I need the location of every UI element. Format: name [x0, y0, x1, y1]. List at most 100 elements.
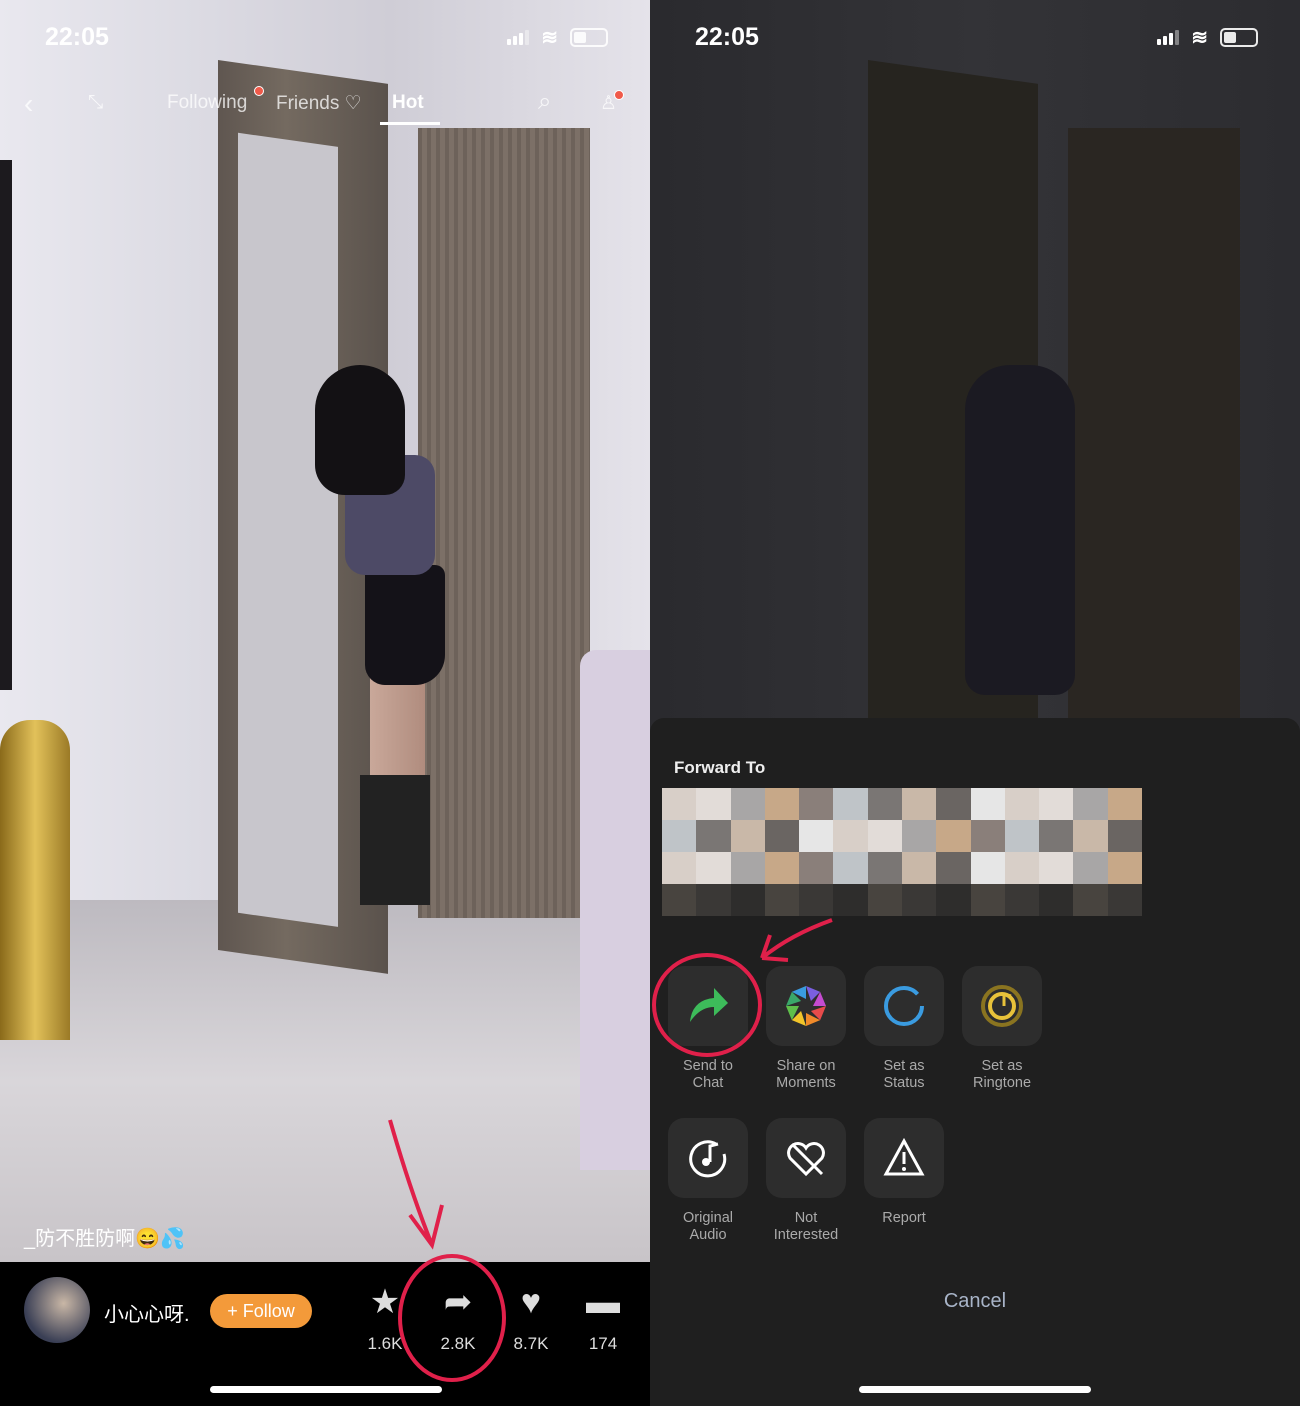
comment-button[interactable]: ▬ 174 — [573, 1282, 633, 1354]
blurred-pixel — [799, 852, 834, 884]
blurred-pixel — [764, 820, 800, 852]
blurred-pixel — [867, 884, 902, 916]
blurred-pixel — [833, 884, 868, 916]
blurred-pixel — [833, 788, 868, 820]
blurred-pixel — [730, 820, 765, 852]
blurred-pixel — [1073, 788, 1108, 820]
blurred-pixel — [936, 852, 971, 884]
blurred-pixel — [764, 788, 800, 820]
blurred-pixel — [696, 852, 731, 884]
blurred-pixel — [1039, 852, 1074, 884]
star-icon: ★ — [369, 1283, 401, 1321]
blurred-pixel — [867, 852, 902, 884]
blurred-pixel — [1107, 788, 1142, 820]
search-icon[interactable]: ⌕ — [538, 88, 551, 116]
share-button[interactable]: ➦ 2.8K — [428, 1282, 488, 1354]
blurred-pixel — [936, 820, 971, 852]
blurred-pixel — [867, 820, 902, 852]
back-icon[interactable]: ‹ — [24, 88, 33, 120]
favorite-button[interactable]: ★ 1.6K — [355, 1282, 415, 1354]
tab-following[interactable]: Following — [167, 92, 247, 114]
blurred-pixel — [833, 852, 868, 884]
minimize-icon[interactable]: ⤡ — [88, 92, 103, 114]
home-indicator — [859, 1386, 1091, 1393]
blurred-pixel — [1039, 884, 1074, 916]
blurred-pixel — [1107, 820, 1142, 852]
blurred-pixel — [730, 788, 765, 820]
blurred-pixel — [662, 820, 697, 852]
like-button[interactable]: ♥ 8.7K — [501, 1282, 561, 1354]
blurred-pixel — [867, 788, 902, 820]
blurred-pixel — [1004, 788, 1040, 820]
aperture-icon — [786, 986, 826, 1026]
video-player[interactable] — [0, 0, 650, 1262]
original-audio-option[interactable]: Original Audio — [666, 1118, 750, 1244]
blurred-pixel — [730, 852, 765, 884]
blurred-pixel — [901, 884, 937, 916]
blurred-pixel — [1073, 820, 1108, 852]
blurred-pixel — [1107, 884, 1142, 916]
wifi-icon: ≋ — [1191, 26, 1208, 49]
report-option[interactable]: Report — [862, 1118, 946, 1227]
set-as-status-option[interactable]: Set as Status — [862, 966, 946, 1092]
blurred-pixel — [662, 884, 697, 916]
cancel-button[interactable]: Cancel — [650, 1290, 1300, 1313]
broken-heart-icon — [787, 1142, 825, 1177]
ring-icon — [884, 986, 924, 1026]
blurred-pixel — [696, 788, 731, 820]
blurred-pixel — [901, 788, 937, 820]
music-note-icon — [689, 1140, 727, 1178]
blurred-pixel — [1004, 852, 1040, 884]
blurred-pixel — [799, 884, 834, 916]
blurred-pixel — [901, 852, 937, 884]
blurred-pixel — [1039, 788, 1074, 820]
warning-icon — [883, 1137, 925, 1176]
home-indicator — [210, 1386, 442, 1393]
send-to-chat-option[interactable]: Send to Chat — [666, 966, 750, 1092]
blurred-pixel — [936, 884, 971, 916]
share-on-moments-option[interactable]: Share on Moments — [764, 966, 848, 1092]
comment-icon: ▬ — [586, 1283, 620, 1321]
recent-contacts-blurred[interactable] — [662, 788, 1142, 916]
notification-dot — [254, 86, 264, 96]
blurred-pixel — [799, 820, 834, 852]
avatar[interactable] — [24, 1277, 90, 1343]
not-interested-option[interactable]: Not Interested — [764, 1118, 848, 1244]
blurred-pixel — [970, 884, 1005, 916]
battery-icon — [1220, 27, 1258, 47]
blurred-pixel — [764, 884, 800, 916]
blurred-pixel — [1073, 884, 1108, 916]
battery-icon — [570, 27, 608, 47]
forward-sheet: Forward To Send to Chat Share on Moments… — [650, 718, 1300, 1406]
share-sheet-screen: 22:05 ≋ Forward To Send to Chat Share on… — [650, 0, 1300, 1406]
wifi-icon: ≋ — [541, 26, 558, 49]
share-icon: ➦ — [443, 1283, 473, 1321]
blurred-pixel — [1039, 820, 1074, 852]
clock: 22:05 — [695, 22, 759, 51]
blurred-pixel — [730, 884, 765, 916]
video-feed-screen: 22:05 ≋ ‹ ⤡ Following Friends ♡ Hot ⌕ ♙ … — [0, 0, 650, 1406]
blurred-pixel — [799, 788, 834, 820]
follow-button[interactable]: + Follow — [210, 1294, 312, 1328]
video-caption: _防不胜防啊😄💦 — [24, 1228, 185, 1250]
status-bar: 22:05 ≋ — [45, 22, 608, 52]
blurred-pixel — [1004, 820, 1040, 852]
tab-friends[interactable]: Friends ♡ — [276, 92, 362, 115]
blurred-pixel — [970, 852, 1005, 884]
top-nav: ‹ ⤡ Following Friends ♡ Hot ⌕ ♙ — [0, 86, 650, 125]
blurred-pixel — [970, 788, 1005, 820]
blurred-pixel — [662, 788, 697, 820]
blurred-pixel — [764, 852, 800, 884]
signal-icon — [507, 29, 530, 45]
sheet-title: Forward To — [674, 758, 766, 777]
blurred-pixel — [696, 884, 731, 916]
blurred-pixel — [696, 820, 731, 852]
blurred-pixel — [1073, 852, 1108, 884]
tab-hot[interactable]: Hot — [392, 92, 424, 114]
blurred-pixel — [833, 820, 868, 852]
heart-icon: ♥ — [520, 1283, 542, 1321]
set-as-ringtone-option[interactable]: Set as Ringtone — [960, 966, 1044, 1092]
author-name[interactable]: 小心心呀. — [104, 1298, 190, 1327]
status-bar: 22:05 ≋ — [695, 22, 1258, 52]
blurred-pixel — [901, 820, 937, 852]
